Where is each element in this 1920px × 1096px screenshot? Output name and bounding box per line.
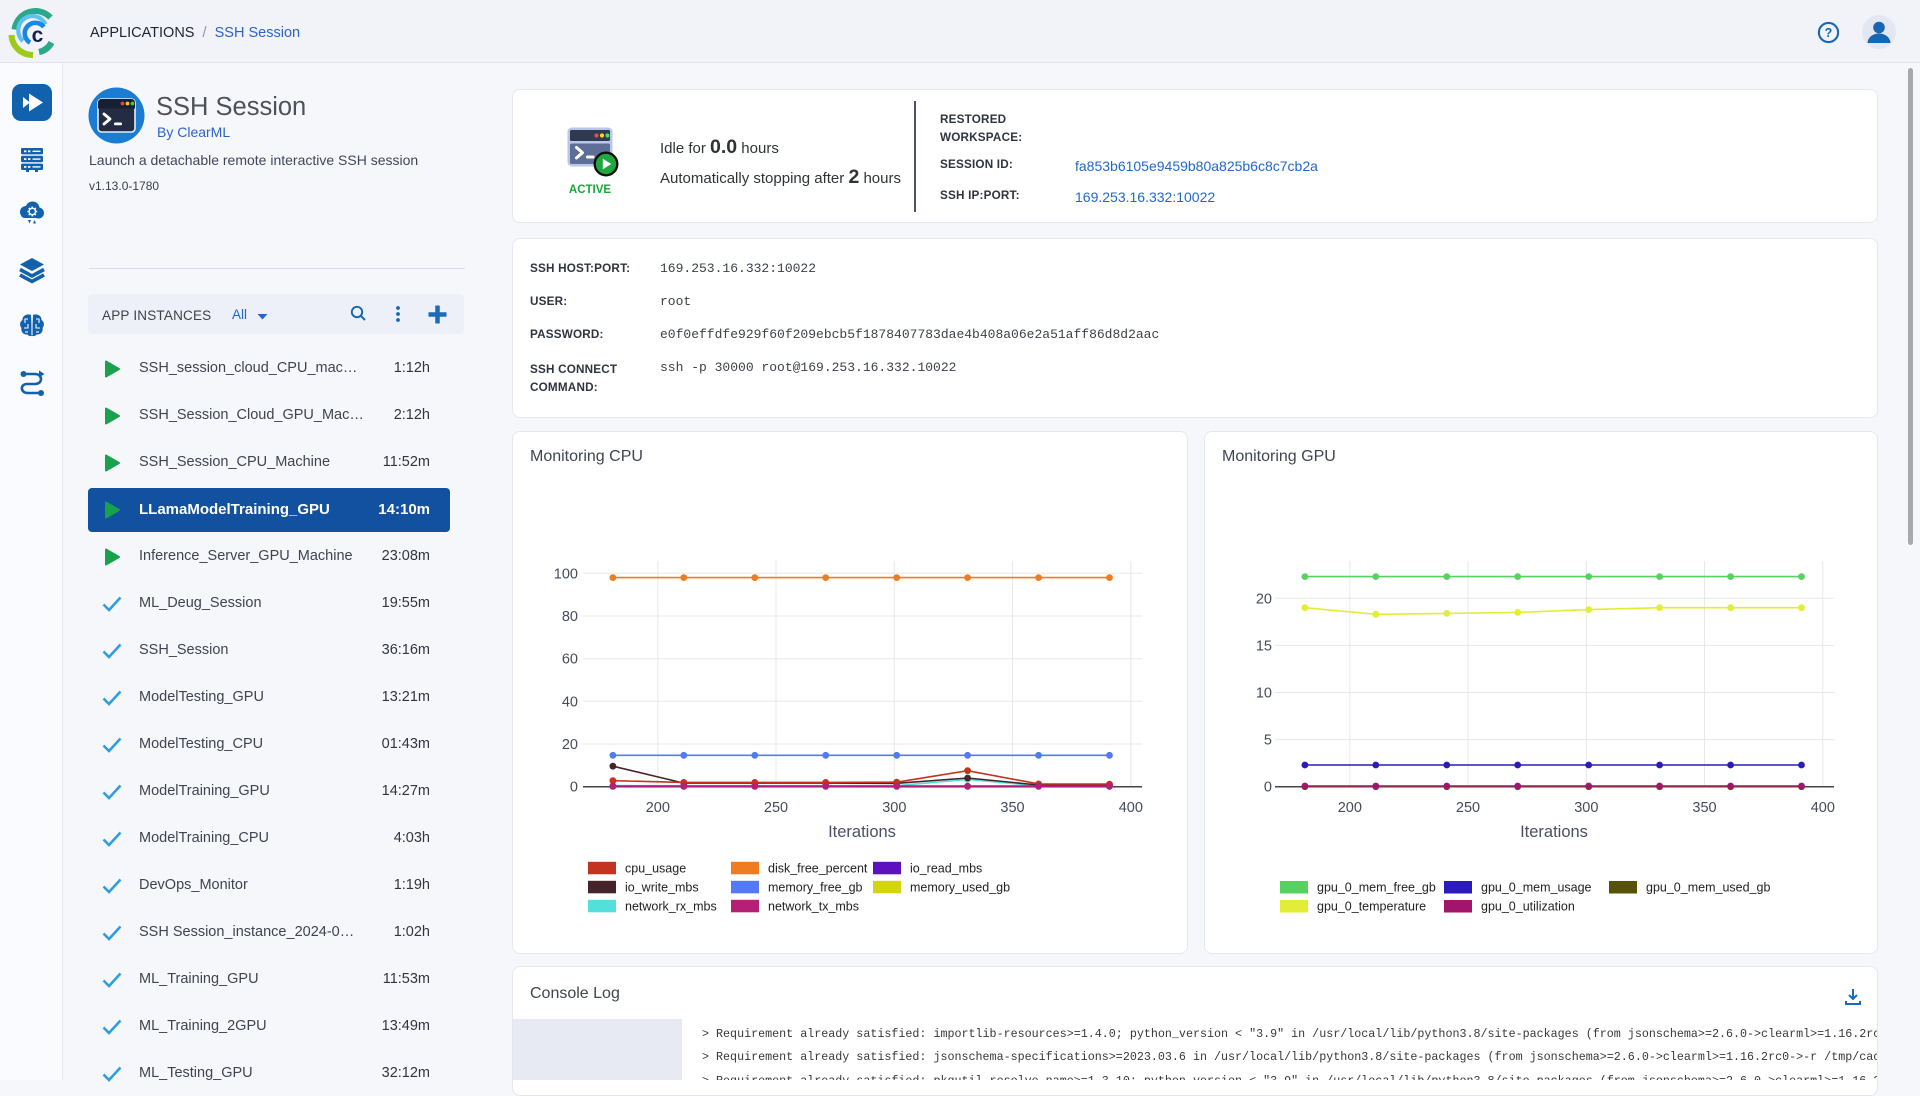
svg-text:20: 20	[562, 737, 578, 753]
svg-text:250: 250	[1456, 800, 1480, 816]
svg-text:gpu_0_mem_usage: gpu_0_mem_usage	[1481, 881, 1592, 895]
svg-text:io_write_mbs: io_write_mbs	[625, 881, 699, 895]
svg-text:300: 300	[882, 800, 906, 816]
svg-text:cpu_usage: cpu_usage	[625, 862, 686, 876]
svg-text:15: 15	[1256, 638, 1272, 654]
svg-text:200: 200	[646, 800, 670, 816]
svg-text:io_read_mbs: io_read_mbs	[910, 862, 982, 876]
svg-text:memory_used_gb: memory_used_gb	[910, 881, 1010, 895]
svg-text:gpu_0_utilization: gpu_0_utilization	[1481, 900, 1575, 914]
svg-text:?: ?	[1825, 26, 1833, 40]
svg-text:memory_free_gb: memory_free_gb	[768, 881, 863, 895]
svg-text:Iterations: Iterations	[828, 823, 896, 841]
svg-text:20: 20	[1256, 591, 1272, 607]
svg-text:250: 250	[764, 800, 788, 816]
svg-text:0: 0	[570, 780, 578, 796]
svg-text:0: 0	[1264, 780, 1272, 796]
svg-text:200: 200	[1338, 800, 1362, 816]
svg-text:c: c	[32, 24, 44, 47]
svg-text:network_rx_mbs: network_rx_mbs	[625, 900, 717, 914]
svg-text:disk_free_percent: disk_free_percent	[768, 862, 868, 876]
svg-text:100: 100	[554, 566, 578, 582]
svg-text:network_tx_mbs: network_tx_mbs	[768, 900, 859, 914]
svg-text:5: 5	[1264, 733, 1272, 749]
svg-text:400: 400	[1119, 800, 1143, 816]
svg-text:300: 300	[1574, 800, 1598, 816]
svg-text:gpu_0_temperature: gpu_0_temperature	[1317, 900, 1426, 914]
svg-text:40: 40	[562, 694, 578, 710]
svg-text:80: 80	[562, 609, 578, 625]
svg-text:gpu_0_mem_used_gb: gpu_0_mem_used_gb	[1646, 881, 1770, 895]
svg-text:400: 400	[1811, 800, 1835, 816]
svg-text:gpu_0_mem_free_gb: gpu_0_mem_free_gb	[1317, 881, 1436, 895]
svg-text:350: 350	[1000, 800, 1024, 816]
svg-text:Iterations: Iterations	[1520, 823, 1588, 841]
svg-text:10: 10	[1256, 686, 1272, 702]
svg-text:350: 350	[1692, 800, 1716, 816]
svg-text:60: 60	[562, 652, 578, 668]
